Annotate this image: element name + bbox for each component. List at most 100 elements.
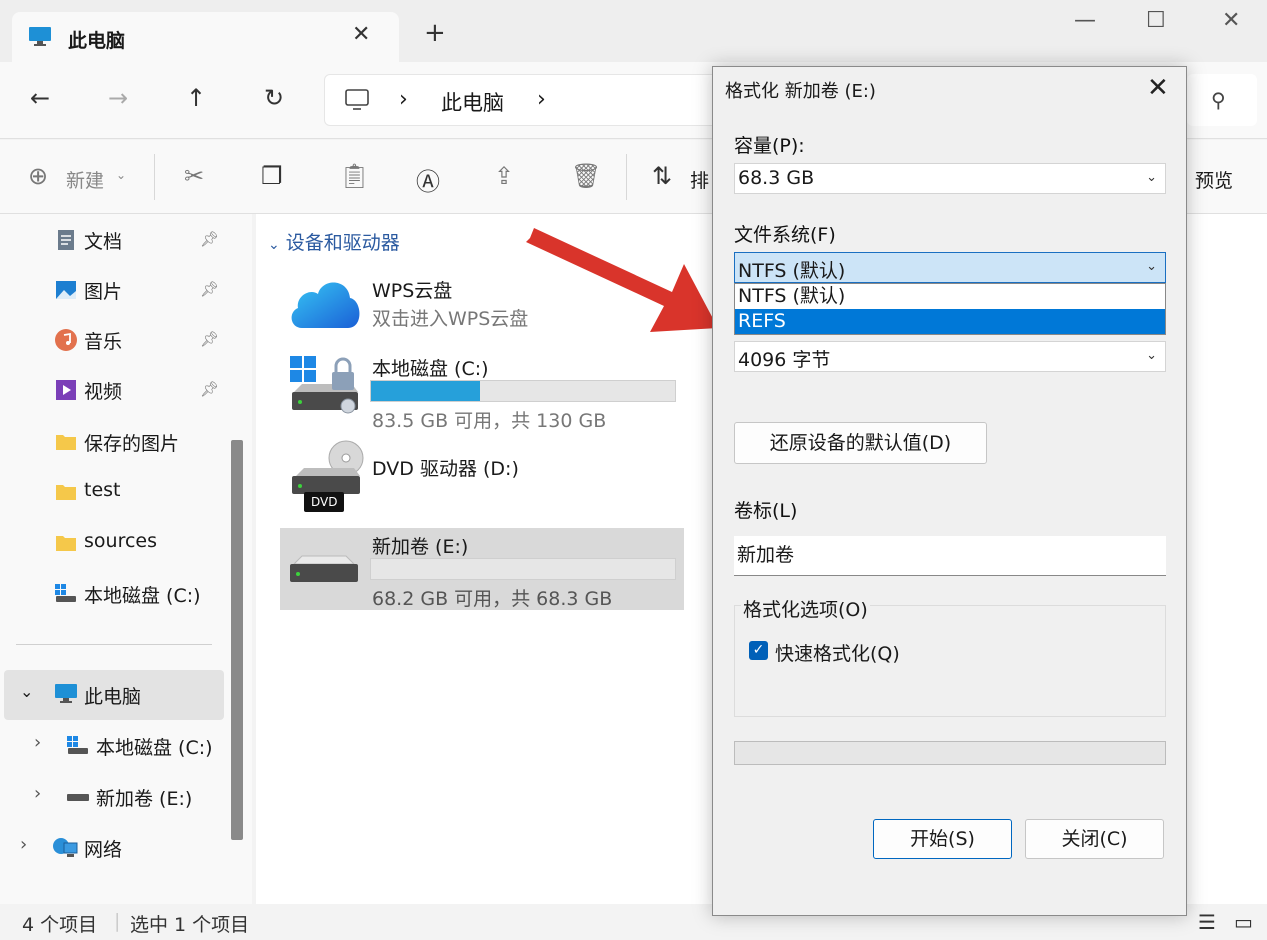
close-button[interactable]: 关闭(C): [1025, 819, 1164, 859]
system-drive-icon: [55, 584, 76, 602]
chevron-right-icon[interactable]: ›: [34, 732, 41, 753]
navigation-pane: 文档 📌︎ 图片 📌︎ 音乐 📌︎ 视频 📌︎ 保存的图片 test sourc…: [0, 214, 252, 904]
group-header-label: 设备和驱动器: [285, 232, 400, 254]
file-system-option-refs[interactable]: REFS: [735, 309, 1165, 334]
drive-subtitle: 双击进入WPS云盘: [372, 308, 529, 330]
status-divider: |: [114, 910, 121, 932]
tiles-view-icon[interactable]: ▭: [1234, 910, 1253, 934]
close-tab-icon[interactable]: ✕: [352, 22, 370, 47]
tree-item-network[interactable]: › 网络: [0, 824, 224, 872]
capacity-value: 68.3 GB: [738, 167, 815, 189]
quick-format-checkbox[interactable]: ✓: [749, 641, 768, 660]
drive-subtitle: 83.5 GB 可用，共 130 GB: [372, 410, 607, 432]
chevron-right-icon[interactable]: ›: [399, 87, 408, 112]
drive-item-local-disk-c[interactable]: 本地磁盘 (C:) 83.5 GB 可用，共 130 GB: [284, 350, 684, 432]
back-button[interactable]: ←: [30, 84, 50, 112]
capacity-label: 容量(P):: [734, 135, 805, 157]
document-icon: [58, 230, 74, 250]
drive-name: 新加卷 (E:): [372, 536, 469, 558]
new-tab-button[interactable]: +: [424, 20, 446, 46]
rename-icon[interactable]: Ⓐ: [416, 162, 440, 197]
minimize-button[interactable]: —: [1074, 8, 1096, 33]
sort-icon[interactable]: ⇅: [652, 162, 672, 190]
sidebar-item-pictures[interactable]: 图片 📌︎: [0, 266, 224, 314]
drive-item-dvd-d[interactable]: DVD DVD 驱动器 (D:): [284, 440, 684, 520]
sidebar-item-videos[interactable]: 视频 📌︎: [0, 366, 224, 414]
system-drive-lock-icon: [290, 356, 358, 414]
maximize-button[interactable]: ☐: [1146, 8, 1166, 33]
breadcrumb-this-pc[interactable]: 此电脑: [441, 87, 504, 117]
chevron-down-icon: ⌄: [1146, 170, 1157, 185]
add-circle-icon[interactable]: ⊕: [28, 162, 48, 190]
sidebar-item-test[interactable]: test: [0, 468, 224, 516]
volume-label-label: 卷标(L): [734, 500, 798, 522]
details-view-icon[interactable]: ☰: [1198, 910, 1216, 934]
sidebar-item-local-disk-c[interactable]: 本地磁盘 (C:): [0, 570, 224, 618]
dialog-close-button[interactable]: ✕: [1147, 73, 1169, 103]
group-header-devices[interactable]: ⌄ 设备和驱动器: [268, 228, 400, 255]
monitor-icon: [29, 27, 51, 46]
sidebar-item-label: 图片: [84, 281, 123, 303]
allocation-unit-value: 4096 字节: [738, 349, 831, 371]
sidebar-item-sources[interactable]: sources: [0, 519, 224, 567]
up-button[interactable]: ↑: [186, 84, 206, 112]
tree-item-label: 此电脑: [84, 686, 142, 708]
preview-button[interactable]: 预览: [1195, 166, 1233, 193]
chevron-down-icon[interactable]: ⌄: [20, 682, 33, 701]
quick-format-label[interactable]: 快速格式化(Q): [775, 639, 900, 666]
tree-item-label: 新加卷 (E:): [96, 788, 193, 810]
folder-icon: [56, 485, 76, 500]
close-window-button[interactable]: ✕: [1222, 8, 1240, 33]
capacity-select[interactable]: 68.3 GB ⌄: [734, 163, 1166, 194]
pin-icon: 📌︎: [200, 230, 220, 248]
pin-icon: 📌︎: [200, 330, 220, 348]
paste-icon[interactable]: 📋︎: [339, 162, 369, 190]
toolbar-divider: [154, 154, 155, 200]
sort-button[interactable]: 排: [690, 166, 709, 193]
drive-name: DVD 驱动器 (D:): [372, 458, 519, 480]
scrollbar-thumb[interactable]: [231, 440, 243, 840]
tab-this-pc[interactable]: 此电脑 ✕: [12, 12, 399, 64]
network-icon: [53, 838, 78, 857]
chevron-right-icon[interactable]: ›: [537, 87, 546, 112]
title-bar: 此电脑 ✕ + — ☐ ✕: [0, 0, 1267, 64]
file-system-option-ntfs[interactable]: NTFS (默认): [735, 284, 1165, 309]
sidebar-item-label: 音乐: [84, 331, 123, 353]
chevron-down-icon: ⌄: [1146, 259, 1157, 274]
tree-item-local-disk-c[interactable]: › 本地磁盘 (C:): [0, 722, 224, 770]
drive-name: 本地磁盘 (C:): [372, 358, 489, 380]
search-box[interactable]: ⚲: [1187, 74, 1257, 126]
cut-icon[interactable]: ✂: [184, 162, 204, 190]
refresh-button[interactable]: ↻: [264, 84, 284, 112]
start-button[interactable]: 开始(S): [873, 819, 1012, 859]
red-arrow-annotation: [526, 228, 718, 332]
address-bar[interactable]: › 此电脑 ›: [324, 74, 744, 126]
sidebar-item-documents[interactable]: 文档 📌︎: [0, 216, 224, 264]
sidebar-item-label: 文档: [84, 231, 123, 253]
allocation-unit-select[interactable]: 4096 字节 ⌄: [734, 341, 1166, 372]
sidebar-item-music[interactable]: 音乐 📌︎: [0, 316, 224, 364]
drive-item-new-volume-e[interactable]: 新加卷 (E:) 68.2 GB 可用，共 68.3 GB: [280, 528, 684, 610]
copy-icon[interactable]: ❐: [261, 162, 283, 190]
tree-item-new-volume-e[interactable]: › 新加卷 (E:): [0, 773, 224, 821]
restore-defaults-button[interactable]: 还原设备的默认值(D): [734, 422, 987, 464]
share-icon[interactable]: ⇪: [494, 162, 514, 190]
file-system-select[interactable]: NTFS (默认) ⌄: [734, 252, 1166, 283]
tree-item-this-pc[interactable]: ⌄ 此电脑: [4, 670, 224, 720]
new-button[interactable]: 新建: [66, 166, 104, 193]
sidebar-item-saved-pictures[interactable]: 保存的图片: [0, 418, 224, 466]
chevron-right-icon[interactable]: ›: [20, 834, 27, 855]
file-system-dropdown-list: NTFS (默认) REFS: [734, 283, 1166, 335]
file-system-value: NTFS (默认): [738, 260, 846, 282]
delete-icon[interactable]: 🗑︎: [571, 162, 601, 190]
drive-usage-bar: [370, 558, 676, 580]
format-dialog: 格式化 新加卷 (E:) ✕ 容量(P): 68.3 GB ⌄ 文件系统(F) …: [712, 66, 1187, 916]
volume-label-input[interactable]: 新加卷: [734, 536, 1166, 576]
chevron-down-icon[interactable]: ⌄: [116, 168, 126, 182]
forward-button[interactable]: →: [108, 84, 128, 112]
chevron-right-icon[interactable]: ›: [34, 783, 41, 804]
tree-item-label: 网络: [84, 839, 123, 861]
chevron-down-icon: ⌄: [268, 237, 280, 253]
sidebar-item-label: 本地磁盘 (C:): [84, 585, 201, 607]
sidebar-divider: [16, 644, 212, 645]
